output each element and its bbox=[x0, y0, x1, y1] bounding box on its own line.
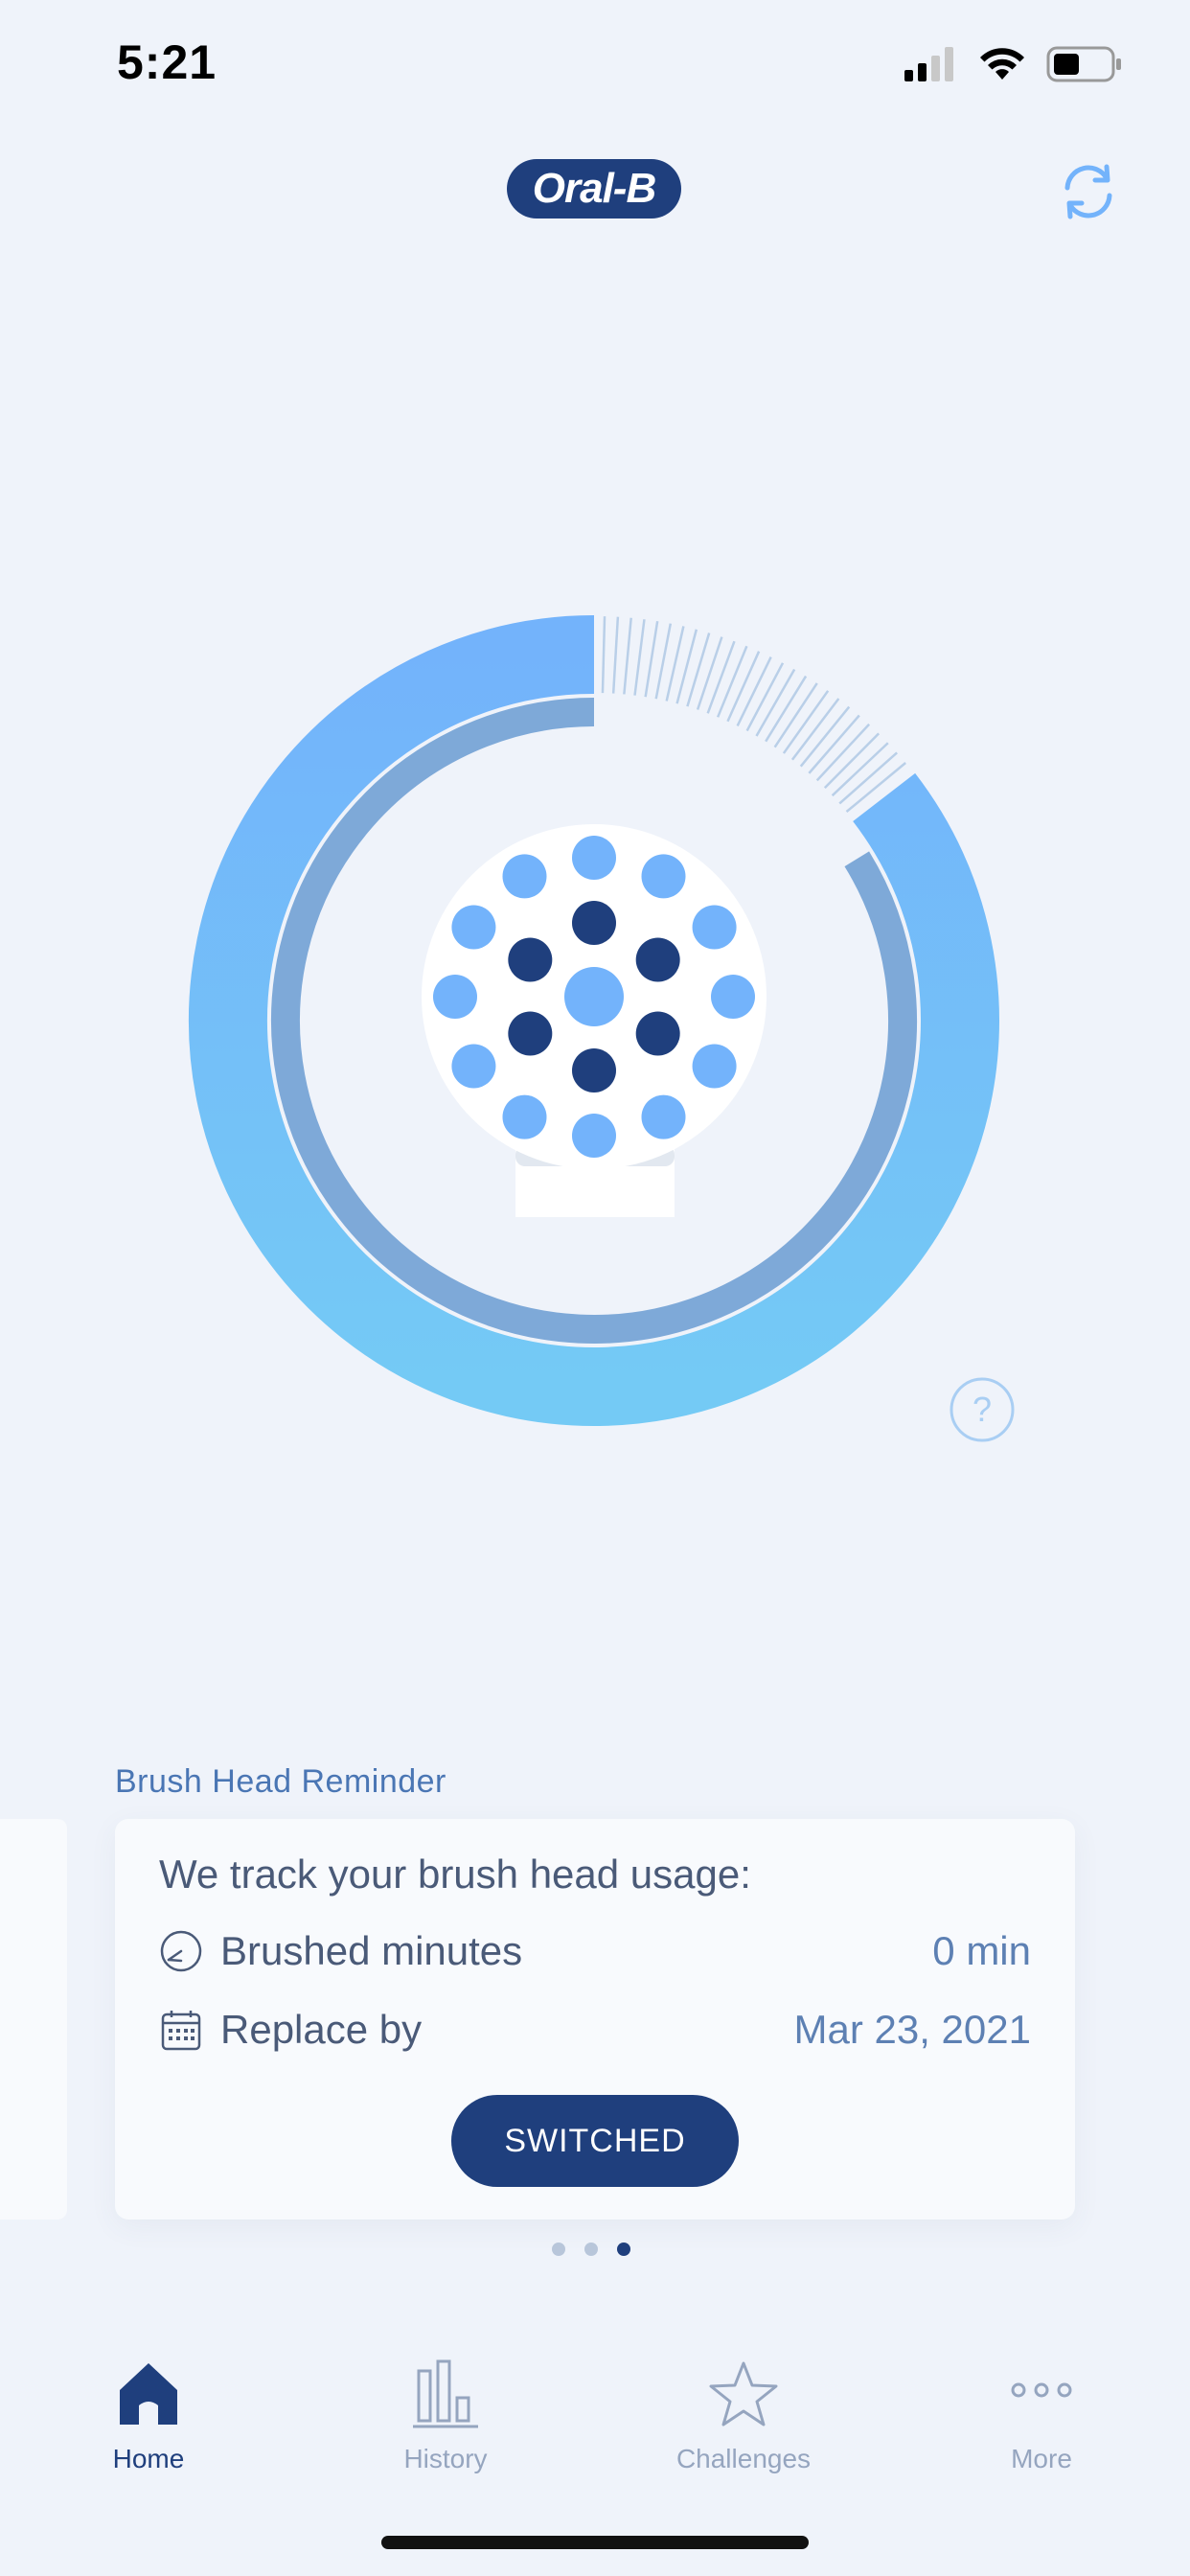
brushed-minutes-value: 0 min bbox=[932, 1928, 1031, 1973]
tab-history[interactable]: History bbox=[331, 2356, 561, 2474]
star-icon bbox=[709, 2361, 778, 2426]
bristle-inner bbox=[572, 901, 616, 945]
bristle-outer bbox=[692, 905, 737, 950]
hatch-tick bbox=[706, 640, 736, 714]
bristle-outer bbox=[502, 854, 547, 899]
bristle-inner bbox=[635, 937, 680, 982]
switched-button[interactable]: SWITCHED bbox=[451, 2095, 739, 2187]
bristle-outer bbox=[502, 1094, 547, 1139]
bristle-outer bbox=[433, 975, 477, 1019]
page-indicator[interactable] bbox=[552, 2242, 630, 2256]
calendar-icon bbox=[161, 2011, 201, 2051]
bristle-outer bbox=[451, 1044, 496, 1089]
oral-b-logo: Oral-B bbox=[507, 159, 681, 218]
tab-label: Challenges bbox=[675, 2444, 812, 2473]
page-dot-active[interactable] bbox=[617, 2242, 630, 2256]
card-title: We track your brush head usage: bbox=[159, 1852, 751, 1897]
more-dots-icon bbox=[1011, 2382, 1072, 2398]
hatch-tick bbox=[601, 616, 606, 694]
bristle-center bbox=[564, 967, 624, 1026]
bristle-outer bbox=[572, 1114, 616, 1158]
page-dot[interactable] bbox=[584, 2242, 598, 2256]
bristle-outer bbox=[572, 836, 616, 880]
hatch-tick bbox=[726, 651, 761, 723]
bristle-outer bbox=[692, 1044, 737, 1089]
brushed-minutes-row: Brushed minutes 0 min bbox=[159, 1922, 1031, 1980]
page-dot[interactable] bbox=[552, 2242, 565, 2256]
row-label: Replace by bbox=[220, 2007, 423, 2052]
bristle-inner bbox=[508, 937, 553, 982]
clock-icon bbox=[160, 1930, 202, 1972]
usage-hatch-segment bbox=[601, 616, 906, 813]
bristle-outer bbox=[451, 905, 496, 950]
status-icons bbox=[904, 42, 1123, 86]
section-label: Brush Head Reminder bbox=[115, 1763, 446, 1800]
bristle-inner bbox=[635, 1011, 680, 1056]
bristle-outer bbox=[711, 975, 755, 1019]
row-label: Brushed minutes bbox=[220, 1928, 523, 1973]
replace-by-row: Replace by Mar 23, 2021 bbox=[159, 2001, 1031, 2058]
home-icon bbox=[120, 2363, 177, 2425]
bar-chart-icon bbox=[413, 2359, 478, 2428]
brush-head-illustration bbox=[422, 824, 767, 1217]
svg-text:?: ? bbox=[973, 1390, 992, 1429]
status-time: 5:21 bbox=[117, 35, 217, 89]
bristle-outer bbox=[641, 1094, 686, 1139]
hatch-tick bbox=[633, 619, 646, 696]
tab-more[interactable]: More bbox=[927, 2356, 1156, 2474]
tab-challenges[interactable]: Challenges bbox=[629, 2356, 858, 2474]
hatch-tick bbox=[644, 621, 659, 698]
previous-card-peek[interactable] bbox=[0, 1819, 67, 2220]
tab-label: History bbox=[403, 2444, 488, 2473]
tab-label: More bbox=[1011, 2444, 1072, 2473]
cellular-signal-icon bbox=[904, 47, 953, 81]
home-indicator bbox=[381, 2536, 809, 2549]
wifi-icon bbox=[980, 48, 1024, 80]
replace-by-value: Mar 23, 2021 bbox=[793, 2007, 1032, 2052]
brush-head-reminder-card: We track your brush head usage: Brushed … bbox=[115, 1819, 1075, 2220]
hatch-tick bbox=[686, 632, 711, 707]
hatch-tick bbox=[654, 623, 673, 700]
bristle-outer bbox=[641, 854, 686, 899]
brush-usage-ring bbox=[189, 615, 999, 1426]
help-icon[interactable]: ? bbox=[949, 1376, 1016, 1443]
tab-home[interactable]: Home bbox=[34, 2356, 263, 2474]
hatch-tick bbox=[623, 617, 632, 695]
hatch-tick bbox=[611, 616, 620, 694]
hatch-tick bbox=[717, 645, 748, 718]
battery-icon bbox=[1046, 46, 1121, 82]
hatch-tick bbox=[696, 636, 723, 710]
bristle-inner bbox=[572, 1048, 616, 1092]
sync-icon[interactable] bbox=[1054, 157, 1123, 226]
tab-label: Home bbox=[112, 2444, 185, 2473]
bristle-inner bbox=[508, 1011, 553, 1056]
